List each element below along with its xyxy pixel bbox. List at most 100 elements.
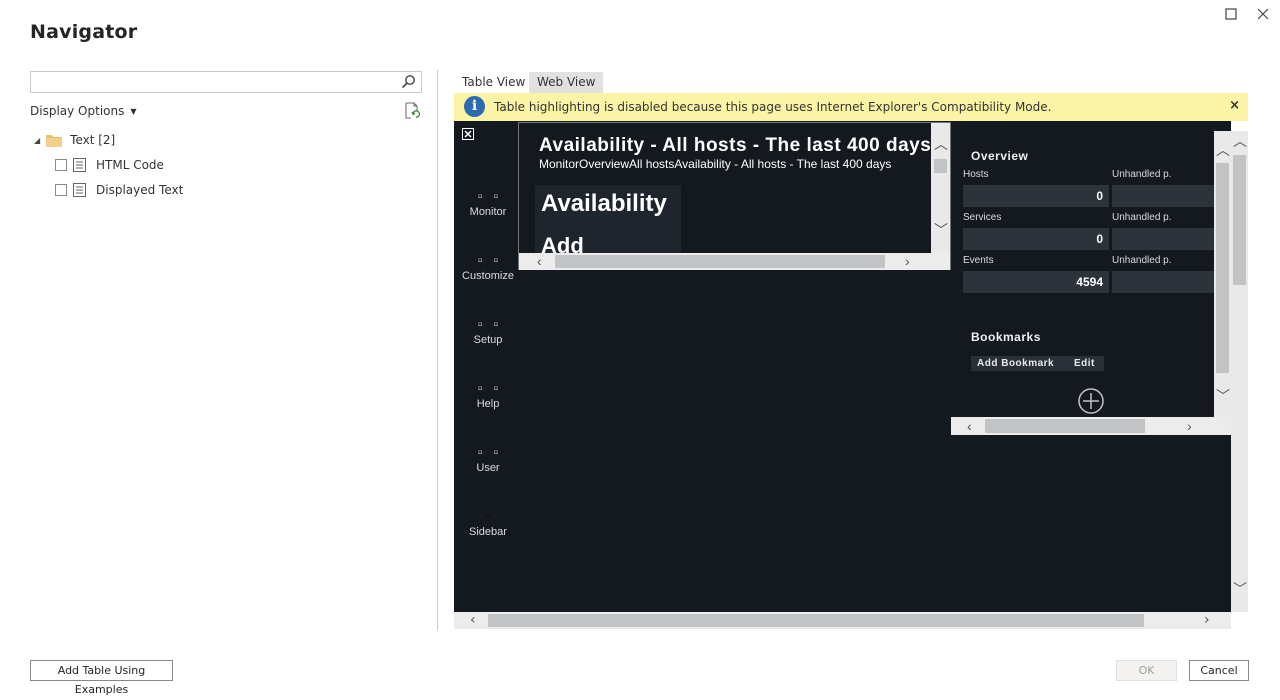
nav-icons: ◘◘ <box>478 386 510 392</box>
scroll-thumb[interactable] <box>1216 163 1229 373</box>
events-unhandled-label: Unhandled p. <box>1112 255 1172 266</box>
web-nav-sidebar[interactable]: ·· Sidebar <box>454 514 522 538</box>
dialog-title: Navigator <box>30 21 138 43</box>
html-code-checkbox[interactable] <box>55 159 67 171</box>
close-icon <box>464 130 472 138</box>
cancel-button[interactable]: Cancel <box>1189 660 1249 681</box>
scroll-up-icon[interactable]: ︿ <box>1233 135 1247 149</box>
webview-vscrollbar[interactable]: ︿ ﹀ <box>1231 131 1248 612</box>
services-unhandled-value[interactable] <box>1112 228 1214 250</box>
display-options-dropdown[interactable]: Display Options ▼ <box>30 104 137 118</box>
scroll-thumb[interactable] <box>1233 155 1246 285</box>
info-message: Table highlighting is disabled because t… <box>494 100 1052 114</box>
scroll-left-icon[interactable]: ‹ <box>967 419 972 433</box>
scroll-thumb[interactable] <box>934 159 947 173</box>
expand-collapse-icon[interactable]: ◢ <box>34 136 40 145</box>
hosts-unhandled-value[interactable] <box>1112 185 1214 207</box>
info-icon: i <box>464 96 485 117</box>
scroll-up-icon[interactable]: ︿ <box>1216 143 1230 157</box>
pane-divider[interactable] <box>437 70 438 630</box>
tree-folder-label: Text [2] <box>70 133 116 147</box>
edit-bookmarks-button[interactable]: Edit <box>1074 356 1095 371</box>
events-label: Events <box>963 255 994 266</box>
folder-icon <box>46 134 63 147</box>
scroll-down-icon[interactable]: ﹀ <box>1216 389 1230 403</box>
overview-vscrollbar[interactable]: ︿ ﹀ <box>1214 131 1231 417</box>
web-nav-user[interactable]: ◘◘ User <box>454 450 522 474</box>
web-view[interactable]: ◘◘ Monitor ◘◘ Customize ◘◘ Setup ◘◘ Help ◘◘ U… <box>454 121 1231 612</box>
main-frame-vscrollbar[interactable]: ︿ ﹀ <box>931 123 950 253</box>
web-nav-monitor[interactable]: ◘◘ Monitor <box>454 194 522 218</box>
services-label: Services <box>963 212 1002 223</box>
info-bar: i Table highlighting is disabled because… <box>454 93 1248 121</box>
tree-item-label: HTML Code <box>96 158 164 172</box>
nav-icons: ◘◘ <box>478 258 510 264</box>
main-frame-hscrollbar[interactable]: ‹ › <box>519 253 950 270</box>
tree-item-displayed-text[interactable]: Displayed Text <box>55 179 183 201</box>
nav-label: Setup <box>473 334 503 346</box>
search-icon[interactable] <box>401 74 416 89</box>
events-value[interactable]: 4594 <box>963 271 1109 293</box>
web-nav-setup[interactable]: ◘◘ Setup <box>454 322 522 346</box>
webview-hscrollbar[interactable]: ‹ › <box>454 612 1231 629</box>
scroll-right-icon[interactable]: › <box>1204 613 1210 627</box>
overview-title: Overview <box>971 149 1029 163</box>
displayed-text-checkbox[interactable] <box>55 184 67 196</box>
content-subheading: Add <box>541 233 584 253</box>
close-icon <box>1257 8 1269 20</box>
scroll-thumb[interactable] <box>985 419 1145 433</box>
scroll-thumb[interactable] <box>488 614 1144 627</box>
scroll-right-icon[interactable]: › <box>905 254 910 268</box>
add-circle-icon[interactable] <box>1077 387 1105 415</box>
nav-label: Customize <box>462 270 514 282</box>
tree-folder-text[interactable]: ◢ Text [2] <box>34 129 183 151</box>
close-window-button[interactable] <box>1251 4 1275 24</box>
refresh-document-icon <box>405 102 421 119</box>
tree-item-label: Displayed Text <box>96 183 184 197</box>
content-heading: Availability <box>541 190 667 217</box>
scroll-thumb[interactable] <box>555 255 885 268</box>
scroll-right-icon[interactable]: › <box>1187 419 1192 433</box>
search-input[interactable] <box>31 73 397 93</box>
breadcrumb[interactable]: MonitorOverviewAll hostsAvailability - A… <box>539 157 891 171</box>
add-bookmark-button[interactable]: Add Bookmark <box>977 356 1054 371</box>
tab-web-view[interactable]: Web View <box>529 72 604 93</box>
services-value[interactable]: 0 <box>963 228 1109 250</box>
bookmarks-toolbar: Add Bookmark Edit <box>971 356 1104 371</box>
scroll-down-icon[interactable]: ﹀ <box>1233 583 1247 597</box>
main-frame-content: Availability - All hosts - The last 400 … <box>519 123 931 253</box>
nav-icons: ◘◘ <box>478 322 510 328</box>
scroll-left-icon[interactable]: ‹ <box>470 613 476 627</box>
tab-table-view[interactable]: Table View <box>454 72 533 93</box>
info-close-button[interactable]: × <box>1229 98 1240 113</box>
main-frame[interactable]: Availability - All hosts - The last 400 … <box>518 122 951 270</box>
nav-label: User <box>476 462 500 474</box>
scroll-left-icon[interactable]: ‹ <box>537 254 542 268</box>
events-unhandled-value[interactable] <box>1112 271 1214 293</box>
nav-icons: ·· <box>480 514 508 519</box>
chevron-down-icon: ▼ <box>130 107 137 116</box>
add-table-using-examples-button[interactable]: Add Table Using Examples <box>30 660 173 696</box>
web-nav-customize[interactable]: ◘◘ Customize <box>454 258 522 282</box>
display-options-label: Display Options <box>30 104 125 118</box>
bookmarks-title: Bookmarks <box>971 330 1041 344</box>
tree-item-html-code[interactable]: HTML Code <box>55 154 183 176</box>
services-unhandled-label: Unhandled p. <box>1112 212 1172 223</box>
hosts-label: Hosts <box>963 169 989 180</box>
scroll-up-icon[interactable]: ︿ <box>934 137 948 151</box>
overview-frame[interactable]: Overview Hosts Unhandled p. 0 Services U… <box>951 131 1231 435</box>
overview-hscrollbar[interactable]: ‹ › <box>951 417 1231 435</box>
hosts-value[interactable]: 0 <box>963 185 1109 207</box>
hosts-unhandled-label: Unhandled p. <box>1112 169 1172 180</box>
maximize-button[interactable] <box>1219 4 1243 24</box>
nav-label: Sidebar <box>469 526 507 538</box>
ok-button[interactable]: OK <box>1116 660 1177 681</box>
search-box[interactable] <box>30 71 422 93</box>
web-nav-help[interactable]: ◘◘ Help <box>454 386 522 410</box>
refresh-button[interactable] <box>404 102 421 119</box>
nav-label: Monitor <box>469 206 507 218</box>
page-title: Availability - All hosts - The last 400 … <box>539 135 931 156</box>
scroll-down-icon[interactable]: ﹀ <box>934 223 948 237</box>
table-document-icon <box>73 157 86 172</box>
web-close-button[interactable] <box>462 128 474 140</box>
